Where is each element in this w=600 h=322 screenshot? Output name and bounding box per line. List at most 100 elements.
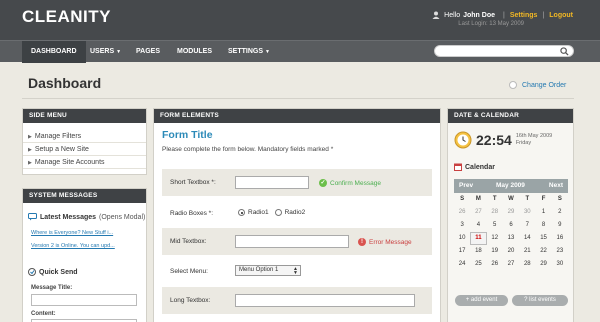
calendar-day[interactable]: 1 [535,206,551,219]
calendar-day[interactable]: 25 [470,258,486,271]
side-menu-item[interactable]: ▶ Setup a New Site [23,143,146,156]
calendar-day[interactable]: 24 [454,258,470,271]
search-icon[interactable] [560,47,569,56]
calendar-day[interactable]: 30 [519,206,535,219]
calendar-day[interactable]: 20 [503,245,519,258]
calendar-day[interactable]: 21 [519,245,535,258]
calendar-day[interactable]: 26 [487,258,503,271]
calendar-day[interactable]: 17 [454,245,470,258]
user-name: John Doe [463,11,495,19]
calendar-day[interactable]: 27 [470,206,486,219]
arrow-right-icon: ▶ [28,134,32,140]
side-menu-item[interactable]: ▶ Manage Filters [23,130,146,143]
calendar-heading: Calendar [454,163,495,171]
chevron-down-icon: ▼ [265,49,270,55]
clock-icon [454,131,472,149]
calendar-widget: Prev May 2009 Next S M T W T F S 26 27 28 29 30 1 2 3 4… [454,179,568,271]
calendar-day[interactable]: 28 [519,258,535,271]
calendar-day[interactable]: 10 [454,232,470,245]
message-link[interactable]: Where is Everyone? New Stuff i... [31,229,146,238]
next-month-button[interactable]: Next [549,182,563,189]
side-menu-item[interactable]: ▶ Manage Site Accounts [23,156,146,169]
calendar-day[interactable]: 26 [454,206,470,219]
calendar-day[interactable]: 5 [487,219,503,232]
radio2-button[interactable] [274,209,282,216]
calendar-day[interactable]: 29 [535,258,551,271]
change-order-label: Change Order [522,81,567,89]
nav-label: DASHBOARD [31,48,77,55]
calendar-day[interactable]: 23 [552,245,568,258]
confirm-message: ✓ Confirm Message [319,179,381,187]
panel-header: DATE & CALENDAR [448,109,573,123]
logout-link[interactable]: Logout [549,12,573,19]
calendar-day[interactable]: 11 [470,232,487,245]
calendar-day[interactable]: 22 [535,245,551,258]
message-title-label: Message Title: [31,285,73,291]
app-logo[interactable]: CLEANITY [22,7,111,27]
calendar-day[interactable]: 2 [552,206,568,219]
arrow-right-icon: ▶ [28,160,32,166]
add-event-button[interactable]: + add event [455,295,508,306]
quick-send-heading: Quick Send [28,268,78,276]
radio-label: Radio Boxes *: [170,210,213,217]
long-textbox[interactable] [235,294,415,307]
calendar-day[interactable]: 18 [470,245,486,258]
calendar-day[interactable]: 4 [470,219,486,232]
calendar-day[interactable]: 9 [552,219,568,232]
calendar-label: Calendar [465,163,495,171]
nav-settings[interactable]: SETTINGS ▼ [219,41,279,63]
search-input[interactable] [434,45,574,57]
last-login: Last Login: 13 May 2009 [458,21,524,27]
message-title: Where is Everyone? New Stuff i... [31,230,114,236]
weekday-header: T [492,196,497,202]
prev-month-button[interactable]: Prev [459,182,473,189]
nav-dashboard[interactable]: DASHBOARD [22,41,86,63]
clock-widget: 22:54 16th May 2009 Friday [454,131,552,149]
day-line: Friday [515,140,532,146]
menu-select[interactable]: Menu Option 1 ▲ ▼ [235,265,301,276]
settings-link[interactable]: Settings [510,12,538,19]
mid-textbox[interactable] [235,235,349,248]
nav-users[interactable]: USERS ▼ [81,41,130,63]
form-elements-panel: FORM ELEMENTS Form Title Please complete… [153,108,441,322]
weekday-header: F [541,196,546,202]
arrow-right-icon: ▶ [28,147,32,153]
calendar-day[interactable]: 3 [454,219,470,232]
calendar-day[interactable]: 30 [552,258,568,271]
clock-time: 22:54 [476,132,512,148]
calendar-day[interactable]: 14 [519,232,535,245]
error-message: ! Error Message [358,238,412,246]
latest-label: Latest Messages [40,213,97,221]
form-description: Please complete the form below. Mandator… [162,146,334,153]
calendar-day[interactable]: 15 [535,232,551,245]
calendar-day[interactable]: 16 [552,232,568,245]
calendar-day[interactable]: 27 [503,258,519,271]
side-menu-panel: SIDE MENU ▶ Manage Filters ▶ Setup a New S… [22,108,147,175]
calendar-day[interactable]: 28 [487,206,503,219]
mid-textbox-label: Mid Textbox: [170,238,207,245]
calendar-panel: DATE & CALENDAR 22:54 16th May 2009 Frida… [447,108,574,322]
latest-note: (Opens Modal) [99,213,146,221]
calendar-day[interactable]: 6 [503,219,519,232]
calendar-day[interactable]: 12 [487,232,503,245]
menu-label: Setup a New Site [34,146,89,153]
user-bar: Hello John Doe | Settings | Logout [432,11,573,19]
nav-modules[interactable]: MODULES [168,41,221,63]
nav-pages[interactable]: PAGES [127,41,169,63]
radio1-button[interactable] [238,209,245,216]
calendar-day[interactable]: 19 [487,245,503,258]
page-title: Dashboard [28,75,102,91]
change-order-link[interactable]: Change Order [509,81,566,89]
message-link[interactable]: Version 2 is Online. You can upd... [31,242,146,251]
quick-send-label: Quick Send [39,268,78,276]
short-textbox[interactable] [235,176,309,189]
calendar-day[interactable]: 8 [535,219,551,232]
calendar-day[interactable]: 7 [519,219,535,232]
calendar-day[interactable]: 29 [503,206,519,219]
list-events-button[interactable]: ? list events [512,295,568,306]
message-title-input[interactable] [31,294,137,306]
select-label: Select Menu: [170,268,208,275]
calendar-month: May 2009 [496,182,525,189]
error-icon: ! [358,238,366,246]
calendar-day[interactable]: 13 [503,232,519,245]
